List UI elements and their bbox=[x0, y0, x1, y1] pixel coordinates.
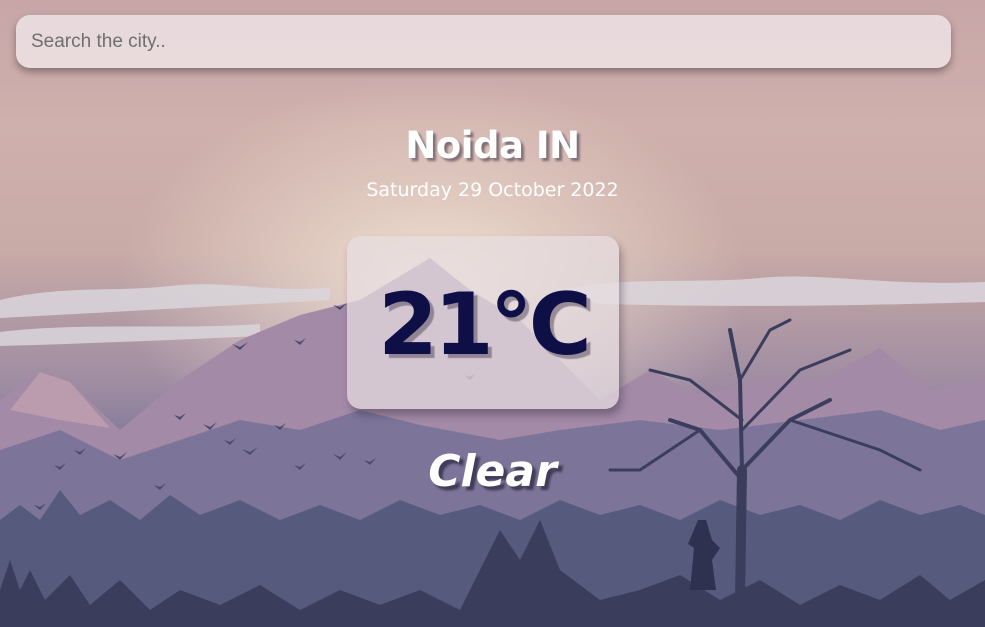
search-input[interactable] bbox=[16, 15, 951, 68]
temperature-value: 21°C bbox=[378, 274, 592, 375]
city-name: Noida IN bbox=[405, 124, 580, 167]
temperature-card: 21°C bbox=[347, 236, 619, 409]
search-bar bbox=[16, 15, 951, 68]
weather-condition: Clear bbox=[428, 446, 557, 497]
location-heading: Noida IN bbox=[0, 124, 985, 167]
current-date: Saturday 29 October 2022 bbox=[366, 179, 619, 201]
